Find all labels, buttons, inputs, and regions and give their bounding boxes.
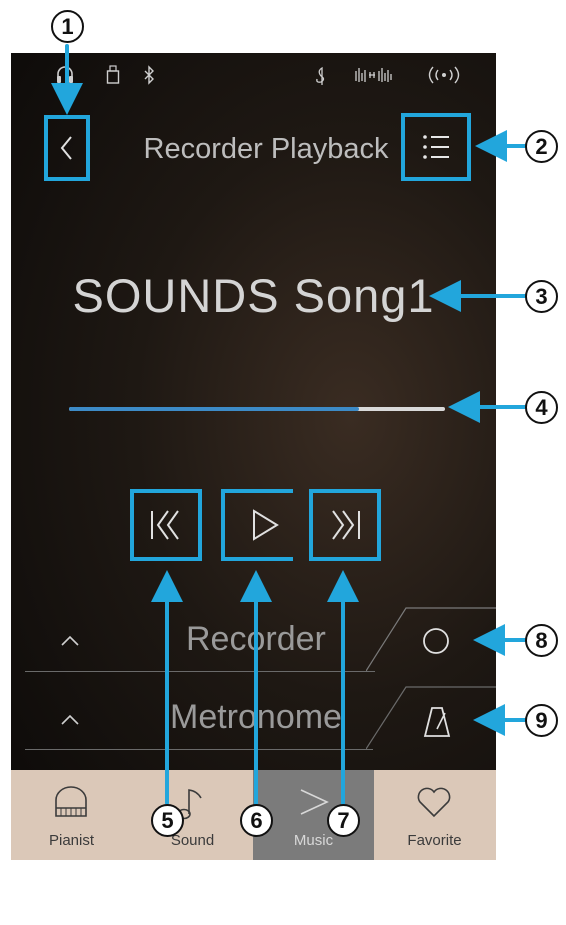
callout-arrows	[51, 44, 527, 805]
callout-7: 7	[327, 804, 360, 837]
callout-3: 3	[525, 280, 558, 313]
callout-6: 6	[240, 804, 273, 837]
callout-8: 8	[525, 624, 558, 657]
callout-9: 9	[525, 704, 558, 737]
callout-1: 1	[51, 10, 84, 43]
callout-4: 4	[525, 391, 558, 424]
callout-2: 2	[525, 130, 558, 163]
callout-5: 5	[151, 804, 184, 837]
